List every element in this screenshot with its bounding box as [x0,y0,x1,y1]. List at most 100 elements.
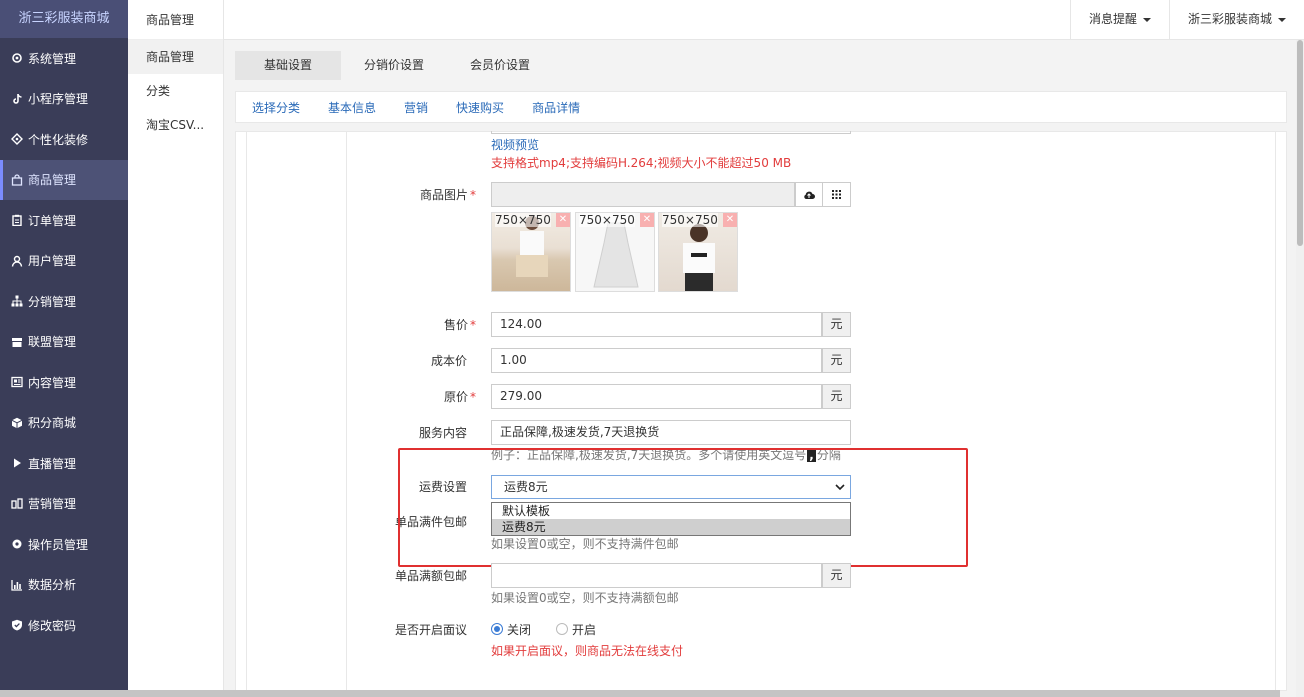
negotiable-on-radio[interactable] [556,623,568,635]
images-input[interactable] [491,182,795,207]
notify-label: 消息提醒 [1088,12,1137,26]
sidebar-item-14[interactable]: 修改密码 [0,605,128,646]
scrollbar-thumb[interactable] [1297,40,1303,246]
play-icon [10,456,24,470]
service-label: 服务内容 [418,426,467,440]
sidebar-item-label: 操作员管理 [28,537,89,552]
shop-label: 浙三彩服装商城 [1187,12,1272,26]
negotiable-off-radio[interactable] [491,623,503,635]
sidebar-item-label: 数据分析 [28,578,77,593]
clipboard-icon [10,213,24,227]
image-size-caption: 750×750 [495,213,551,227]
diamond-icon [10,132,24,146]
sidebar-item-label: 分销管理 [28,294,77,309]
free-amount-label: 单品满额包邮 [394,569,467,583]
handshake-icon [10,497,24,511]
negotiable-off-label: 关闭 [507,623,532,637]
cost-unit: 元 [822,348,851,373]
free-amount-input[interactable] [491,563,822,588]
shield-icon [10,618,24,632]
sidebar-item-label: 小程序管理 [28,92,89,107]
sidebar-item-1[interactable]: 小程序管理 [0,79,128,120]
tab-distribution-price[interactable]: 分销价设置 [341,51,447,80]
orig-price-input[interactable]: 279.00 [491,384,822,409]
sidebar-item-9[interactable]: 积分商城 [0,403,128,444]
sidebar-menu: 系统管理小程序管理个性化装修 商品管理 订单管理 用户管理分销管理联盟管理内容管理积分… [0,38,128,646]
sidebar-item-category[interactable]: 分类 [128,74,223,108]
grid-icon [832,190,841,199]
sidebar-item-label: 联盟管理 [28,335,77,350]
negotiable-on-label: 开启 [572,623,597,637]
product-image-3[interactable]: 750×750 ✕ [658,212,738,292]
orig-price-unit: 元 [822,384,851,409]
sidebar-item-label: 积分商城 [28,416,77,431]
secondary-sidebar-title: 商品管理 [128,0,223,40]
caret-down-icon [1142,17,1151,22]
video-preview-link[interactable]: 视频预览 [491,136,539,153]
cost-input[interactable]: 1.00 [491,348,822,373]
sidebar-item-10[interactable]: 直播管理 [0,443,128,484]
top-bar: 消息提醒 浙三彩服装商城 [224,0,1304,40]
bar-chart-icon [10,578,24,592]
sidebar-item-label: 直播管理 [28,456,77,471]
link-goods-detail[interactable]: 商品详情 [532,99,580,116]
sidebar-item-6[interactable]: 分销管理 [0,281,128,322]
remove-image-icon[interactable]: ✕ [640,213,654,227]
sidebar-item-taobao-csv[interactable]: 淘宝CSV... [128,108,223,142]
remove-image-icon[interactable]: ✕ [723,213,737,227]
sidebar-item-11[interactable]: 营销管理 [0,484,128,525]
sidebar-item-8[interactable]: 内容管理 [0,362,128,403]
video-hint: 支持格式mp4;支持编码H.264;视频大小不能超过50 MB [491,156,792,170]
brand-logo[interactable]: 浙三彩服装商城 [0,0,128,38]
highlight-box [398,448,968,567]
sidebar-item-5[interactable]: 用户管理 [0,241,128,282]
newspaper-icon [10,375,24,389]
sidebar-item-goods[interactable]: 商品管理 [128,40,223,74]
upload-button[interactable] [795,182,823,207]
video-input-edge [491,131,851,134]
free-amount-unit: 元 [822,563,851,588]
sidebar-item-13[interactable]: 数据分析 [0,565,128,606]
cube-icon [10,416,24,430]
sitemap-icon [10,294,24,308]
tab-basic[interactable]: 基础设置 [235,51,341,80]
negotiable-hint: 如果开启面议，则商品无法在线支付 [491,644,684,658]
service-input[interactable]: 正品保障,极速发货,7天退换货 [491,420,851,445]
secondary-sidebar: 商品管理 商品管理 分类 淘宝CSV... [128,0,224,697]
price-input[interactable]: 124.00 [491,312,822,337]
tab-member-price[interactable]: 会员价设置 [447,51,553,80]
sidebar-item-0[interactable]: 系统管理 [0,38,128,79]
sidebar: 浙三彩服装商城 系统管理小程序管理个性化装修 商品管理 订单管理 用户管理分销管理联盟… [0,0,128,697]
sidebar-item-12[interactable]: 操作员管理 [0,524,128,565]
shop-dropdown[interactable]: 浙三彩服装商城 [1168,0,1304,40]
image-size-caption: 750×750 [579,213,635,227]
link-basic-info[interactable]: 基本信息 [328,99,376,116]
orig-price-label: 原价 * [443,390,476,404]
sidebar-item-2[interactable]: 个性化装修 [0,119,128,160]
sidebar-item-label: 营销管理 [28,497,77,512]
gallery-button[interactable] [822,182,851,207]
sidebar-item-3[interactable]: 商品管理 [0,159,128,200]
free-amount-hint: 如果设置0或空，则不支持满额包邮 [491,591,679,605]
cost-label: 成本价 [430,354,467,368]
negotiable-label: 是否开启面议 [394,623,467,637]
notify-dropdown[interactable]: 消息提醒 [1069,0,1169,40]
section-links: 选择分类 基本信息 营销 快速购买 商品详情 [235,91,1287,123]
horizontal-scrollbar[interactable] [0,690,1280,697]
link-select-category[interactable]: 选择分类 [252,99,300,116]
sidebar-item-4[interactable]: 订单管理 [0,200,128,241]
vertical-scrollbar[interactable] [1296,40,1304,697]
price-unit: 元 [822,312,851,337]
remove-image-icon[interactable]: ✕ [556,213,570,227]
product-image-1[interactable]: 750×750 ✕ [491,212,571,292]
settings-tabs: 基础设置 分销价设置 会员价设置 [235,51,553,80]
link-quick-buy[interactable]: 快速购买 [456,99,504,116]
user-icon [10,254,24,268]
divider [346,132,347,692]
sidebar-item-label: 内容管理 [28,375,77,390]
product-image-2[interactable]: 750×750 ✕ [575,212,655,292]
tiktok-icon [10,92,24,106]
link-marketing[interactable]: 营销 [404,99,428,116]
store-icon [10,335,24,349]
sidebar-item-7[interactable]: 联盟管理 [0,322,128,363]
